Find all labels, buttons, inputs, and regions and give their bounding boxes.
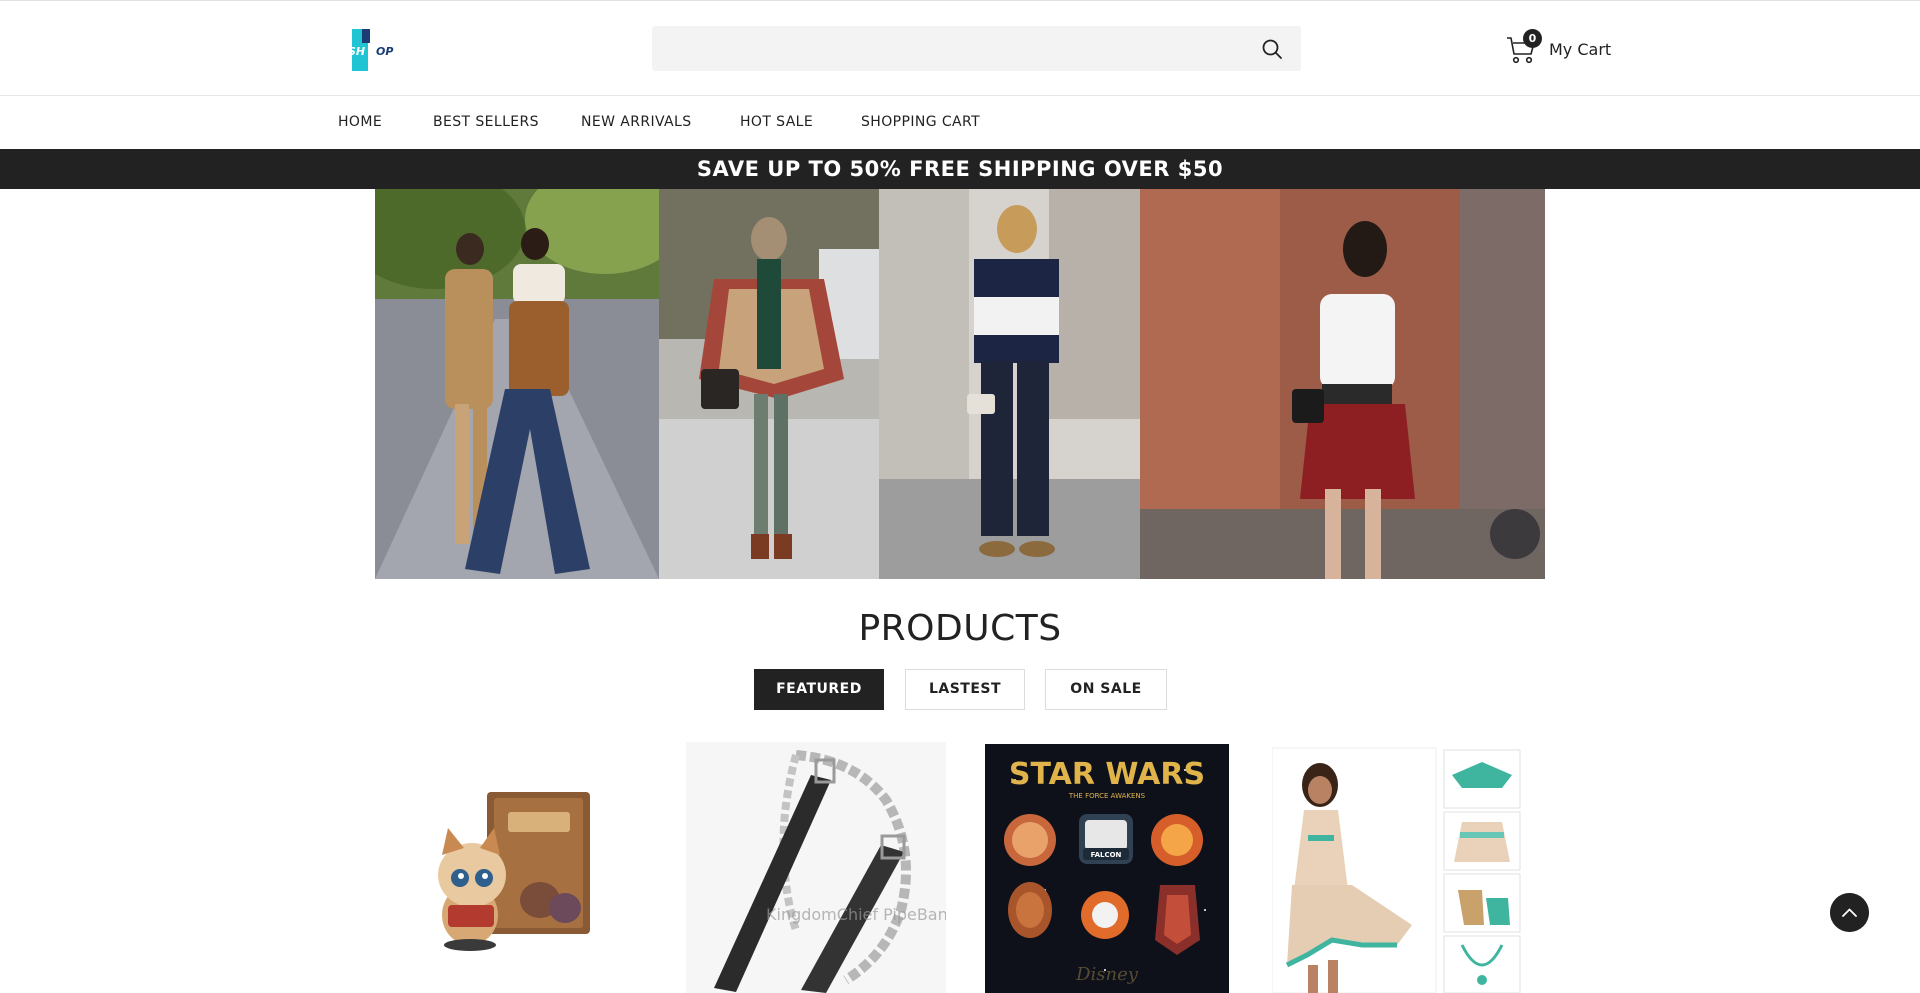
promo-banner: SAVE UP TO 50% FREE SHIPPING OVER $50	[0, 149, 1920, 189]
main-nav: HOME BEST SELLERS NEW ARRIVALS HOT SALE …	[0, 97, 1920, 149]
hero-image-striped-tee	[879, 189, 1140, 579]
nav-new-arrivals[interactable]: NEW ARRIVALS	[581, 114, 692, 130]
svg-text:OP: OP	[376, 45, 393, 58]
product-image-figure[interactable]	[430, 740, 610, 993]
hero-image-plaid-poncho	[659, 189, 879, 579]
search-icon[interactable]	[1261, 38, 1283, 60]
tab-featured[interactable]: FEATURED	[754, 669, 884, 710]
product-watermark-line-1: KingdomChief PipeBandSupplies	[766, 905, 946, 924]
hero-banner[interactable]	[375, 189, 1545, 579]
hero-image-street-duo	[375, 189, 659, 579]
product-poster-subtitle: THE FORCE AWAKENS	[1068, 792, 1146, 800]
nav-best-sellers[interactable]: BEST SELLERS	[433, 114, 539, 130]
product-image-star-wars-pins[interactable]: STAR WARS THE FORCE AWAKENS FALCON Disne…	[985, 740, 1229, 993]
cart-count-badge: 0	[1523, 29, 1542, 48]
svg-text:Disney: Disney	[1075, 964, 1139, 985]
hero-image-brick-wall	[1140, 189, 1545, 579]
nav-shopping-cart[interactable]: SHOPPING CART	[861, 114, 980, 130]
product-pin-label: FALCON	[1091, 851, 1122, 859]
tab-lastest[interactable]: LASTEST	[905, 669, 1025, 710]
product-image-costume-set[interactable]	[1272, 740, 1527, 993]
cart-label: My Cart	[1549, 40, 1612, 59]
back-to-top-button[interactable]	[1830, 893, 1869, 932]
search-input[interactable]	[652, 26, 1252, 71]
product-poster-title: STAR WARS	[1009, 757, 1205, 792]
tab-on-sale[interactable]: ON SALE	[1045, 669, 1167, 710]
search-bar	[652, 26, 1301, 71]
product-image-belt[interactable]: KingdomChief PipeBandSupplies	[686, 740, 946, 993]
nav-hot-sale[interactable]: HOT SALE	[740, 114, 813, 130]
shop-logo[interactable]: SH OP	[346, 29, 400, 71]
site-header: SH OP 0 My Cart	[0, 1, 1920, 96]
cart-button[interactable]: 0 My Cart	[1506, 29, 1612, 69]
nav-home[interactable]: HOME	[338, 114, 382, 130]
products-heading: PRODUCTS	[858, 608, 1062, 649]
svg-text:SH: SH	[348, 45, 365, 58]
